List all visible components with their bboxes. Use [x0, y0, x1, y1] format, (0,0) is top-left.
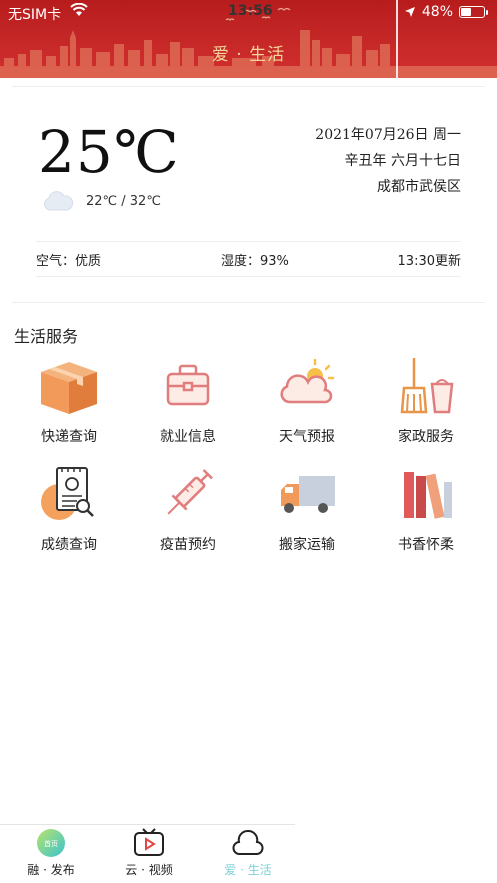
- updated-time-label: 13:30更新: [397, 254, 461, 269]
- humidity-label: 湿度：93%: [221, 254, 289, 269]
- page-title: 爱 · 生活: [211, 45, 286, 65]
- cloud-icon: [43, 191, 74, 211]
- status-time: 13:56: [228, 3, 273, 19]
- header-banner: 无SIM卡 13:56 48% 爱 · 生活: [0, 0, 497, 78]
- tab-life[interactable]: 爱 · 生活: [213, 828, 283, 878]
- home-badge-text: 首页: [44, 839, 58, 848]
- service-label: 就业信息: [160, 429, 216, 445]
- service-weather-forecast[interactable]: 天气预报: [252, 354, 362, 446]
- service-label: 书香怀柔: [398, 537, 454, 553]
- service-vaccine-appointment[interactable]: 疫苗预约: [133, 462, 243, 554]
- battery-icon: [459, 6, 488, 18]
- service-moving-transport[interactable]: 搬家运输: [252, 462, 362, 554]
- service-books[interactable]: 书香怀柔: [371, 462, 481, 554]
- service-housekeeping[interactable]: 家政服务: [371, 354, 481, 446]
- service-label: 搬家运输: [279, 537, 335, 553]
- divider: [36, 276, 461, 277]
- cloud-outline-icon: [232, 829, 264, 855]
- date-label: 2021年07月26日 周一: [315, 127, 461, 143]
- certificate-search-icon: [41, 467, 94, 520]
- divider: [36, 241, 461, 242]
- books-icon: [404, 472, 452, 519]
- weather-icon: [280, 358, 335, 404]
- air-quality-label: 空气：优质: [36, 254, 102, 269]
- tab-video[interactable]: 云 · 视频: [114, 828, 184, 878]
- briefcase-icon: [166, 364, 210, 406]
- divider: [12, 302, 485, 303]
- status-bar: 无SIM卡 13:56 48%: [0, 0, 497, 26]
- tab-label: 爱 · 生活: [224, 863, 272, 877]
- service-express-query[interactable]: 快递查询: [14, 354, 124, 446]
- location-label: 成都市武侯区: [377, 179, 461, 195]
- service-label: 疫苗预约: [160, 537, 216, 553]
- battery-fill: [461, 8, 472, 16]
- service-label: 家政服务: [398, 429, 454, 445]
- truck-icon: [281, 476, 335, 513]
- divider: [12, 86, 485, 87]
- service-score-query[interactable]: 成绩查询: [14, 462, 124, 554]
- battery-percent: 48%: [421, 4, 453, 20]
- carrier-label: 无SIM卡: [8, 7, 62, 23]
- current-temperature: 25℃: [38, 118, 180, 186]
- syringe-icon: [167, 469, 213, 515]
- service-job-info[interactable]: 就业信息: [133, 354, 243, 446]
- broom-bucket-icon: [400, 358, 454, 414]
- temperature-range: 22℃ / 32℃: [86, 194, 161, 209]
- status-right-group: 48%: [404, 4, 488, 20]
- wifi-icon: [70, 3, 88, 16]
- tabbar-divider: [0, 824, 295, 825]
- tab-label: 云 · 视频: [125, 863, 173, 877]
- service-label: 天气预报: [279, 429, 335, 445]
- package-icon: [41, 362, 97, 414]
- tv-icon: [134, 828, 164, 856]
- tab-publish[interactable]: 首页 融 · 发布: [16, 828, 86, 878]
- home-badge-icon: 首页: [37, 829, 65, 857]
- location-arrow-icon: [404, 7, 415, 17]
- date-block: 2021年07月26日 周一 辛丑年 六月十七日 成都市武侯区: [315, 122, 461, 200]
- lunar-date-label: 辛丑年 六月十七日: [344, 153, 461, 169]
- tab-label: 融 · 发布: [27, 863, 75, 877]
- service-label: 成绩查询: [41, 537, 97, 553]
- bottom-tab-bar: 首页 融 · 发布 云 · 视频 爱 · 生活: [0, 824, 497, 883]
- service-label: 快递查询: [41, 429, 97, 445]
- services-section-title: 生活服务: [14, 327, 79, 346]
